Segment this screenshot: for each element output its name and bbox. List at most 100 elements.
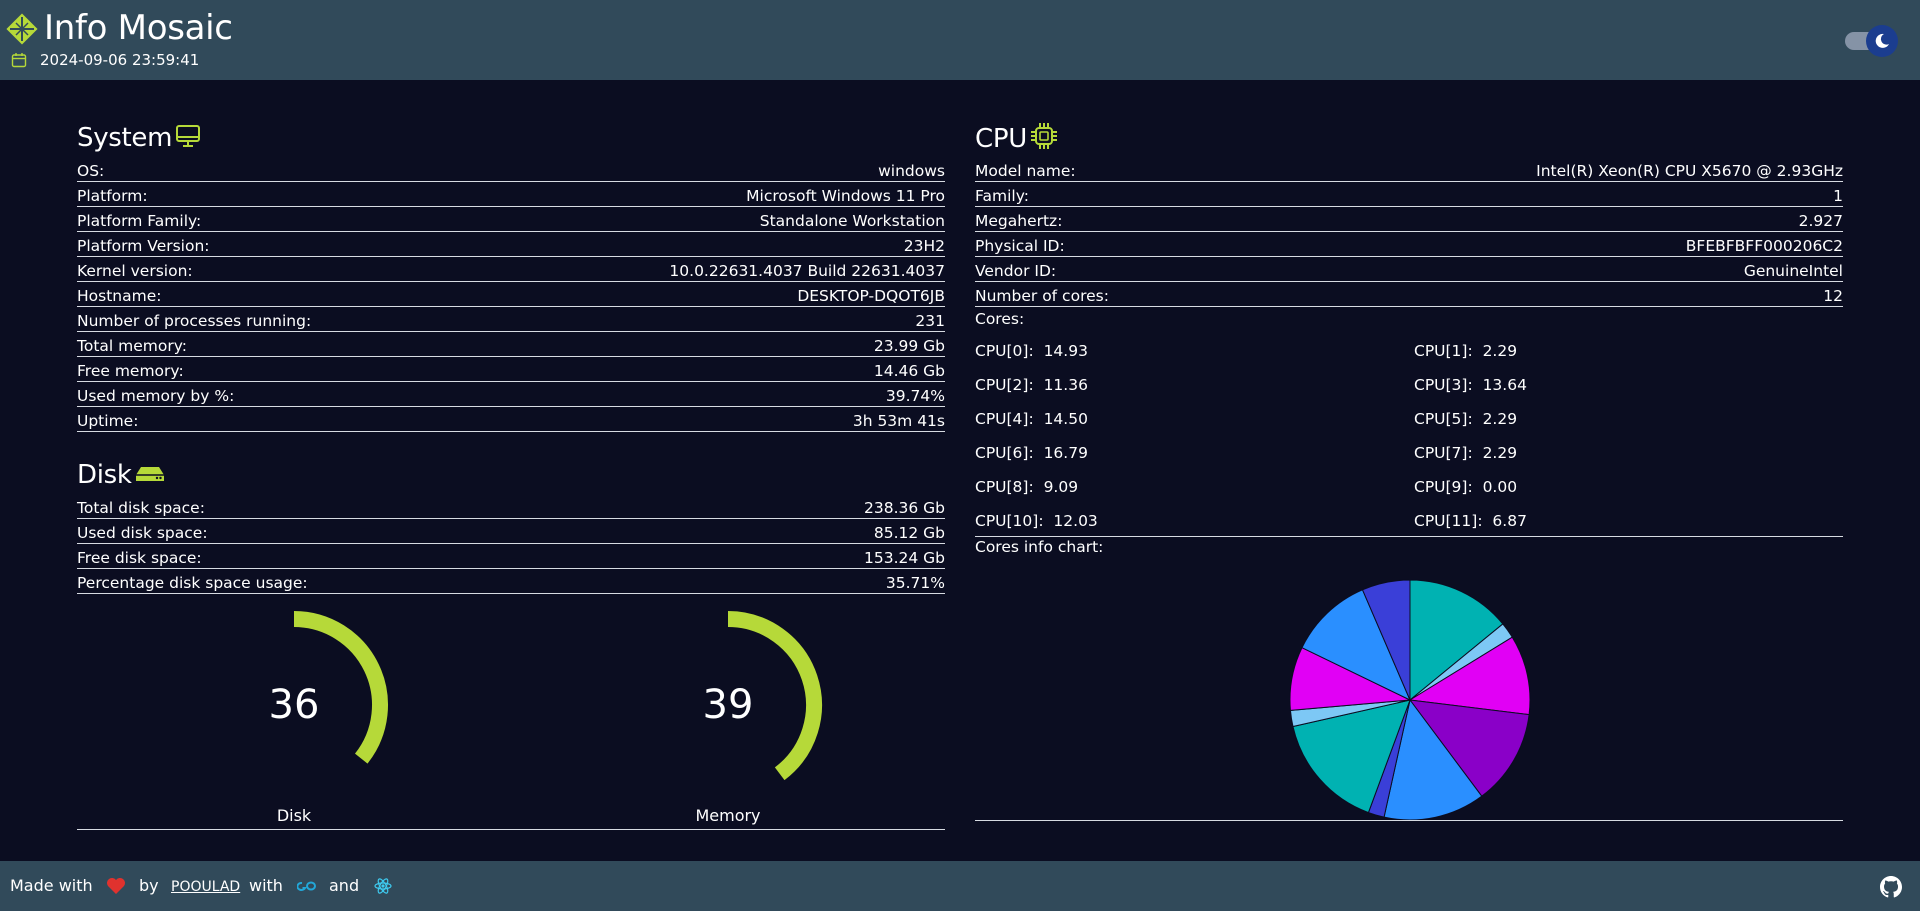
- cpu-info-row: Number of cores: 12: [975, 282, 1843, 307]
- cpu-info-label: Vendor ID:: [975, 262, 1057, 280]
- system-info-label: Platform:: [77, 187, 148, 205]
- disk-info-label: Percentage disk space usage:: [77, 574, 308, 592]
- core-name: CPU[3]:: [1414, 376, 1473, 394]
- core-name: CPU[5]:: [1414, 410, 1473, 428]
- system-info-value: windows: [878, 162, 945, 180]
- author-link[interactable]: POOULAD: [171, 877, 240, 897]
- system-title-text: System: [77, 123, 173, 153]
- cpu-info-row: Physical ID: BFEBFBFF000206C2: [975, 232, 1843, 257]
- system-info-value: 23.99 Gb: [873, 337, 945, 355]
- cpu-info-value: 12: [1823, 287, 1843, 305]
- cores-chart-label: Cores info chart:: [975, 538, 1104, 556]
- system-info-label: Number of processes running:: [77, 312, 312, 330]
- system-info-row: Platform: Microsoft Windows 11 Pro: [77, 182, 945, 207]
- system-info-value: 231: [915, 312, 945, 330]
- core-usage-item: CPU[5]: 2.29: [1414, 410, 1517, 428]
- core-value: 16.79: [1043, 444, 1088, 462]
- system-info-value: 3h 53m 41s: [852, 412, 945, 430]
- disk-info-row: Total disk space: 238.36 Gb: [77, 494, 945, 519]
- cpu-info-row: Megahertz: 2.927: [975, 207, 1843, 232]
- core-value: 2.29: [1482, 342, 1518, 360]
- system-info-row: Platform Family: Standalone Workstation: [77, 207, 945, 232]
- core-gap: [1034, 478, 1044, 496]
- cpu-chip-icon: [1030, 123, 1057, 149]
- footer-made-with: Made with: [10, 876, 93, 895]
- system-info-value: 10.0.22631.4037 Build 22631.4037: [669, 262, 945, 280]
- disk-info-row: Percentage disk space usage: 35.71%: [77, 569, 945, 594]
- system-info-label: Platform Family:: [77, 212, 202, 230]
- disk-info-value: 35.71%: [885, 574, 945, 592]
- toggle-knob: [1866, 25, 1898, 57]
- cpu-info-label: Megahertz:: [975, 212, 1063, 230]
- system-info-label: Hostname:: [77, 287, 162, 305]
- core-value: 13.64: [1482, 376, 1527, 394]
- system-info-label: Platform Version:: [77, 237, 210, 255]
- theme-toggle[interactable]: [1845, 25, 1898, 57]
- memory-gauge-value: 39: [702, 682, 754, 728]
- app-title: Info Mosaic: [44, 8, 233, 48]
- core-name: CPU[9]:: [1414, 478, 1473, 496]
- core-gap: [1034, 444, 1044, 462]
- memory-gauge: 39: [628, 605, 828, 805]
- hard-drive-icon: [135, 467, 164, 481]
- core-gap: [1473, 342, 1483, 360]
- core-name: CPU[10]:: [975, 512, 1044, 530]
- core-gap: [1044, 512, 1054, 530]
- system-info-label: Used memory by %:: [77, 387, 235, 405]
- cpu-info-label: Number of cores:: [975, 287, 1109, 305]
- core-gap: [1473, 410, 1483, 428]
- core-gap: [1034, 342, 1044, 360]
- core-name: CPU[4]:: [975, 410, 1034, 428]
- system-info-row: Uptime: 3h 53m 41s: [77, 407, 945, 432]
- system-info-label: Total memory:: [77, 337, 187, 355]
- cpu-info-label: Family:: [975, 187, 1029, 205]
- chart-divider: [975, 820, 1843, 821]
- react-icon: [374, 878, 392, 894]
- cpu-info-row: Vendor ID: GenuineIntel: [975, 257, 1843, 282]
- heart-icon: [107, 878, 125, 894]
- core-value: 14.93: [1043, 342, 1088, 360]
- disk-info-list: Total disk space: 238.36 Gb Used disk spac…: [77, 494, 945, 594]
- core-gap: [1483, 512, 1493, 530]
- github-icon[interactable]: [1880, 876, 1902, 898]
- core-usage-item: CPU[11]: 6.87: [1414, 512, 1527, 530]
- cpu-info-value: BFEBFBFF000206C2: [1685, 237, 1843, 255]
- disk-info-value: 238.36 Gb: [863, 499, 945, 517]
- system-info-value: Standalone Workstation: [759, 212, 945, 230]
- calendar-icon: [11, 53, 27, 68]
- core-gap: [1034, 376, 1044, 394]
- core-value: 12.03: [1053, 512, 1098, 530]
- core-value: 0.00: [1482, 478, 1518, 496]
- current-datetime: 2024-09-06 23:59:41: [40, 51, 200, 69]
- core-value: 14.50: [1043, 410, 1088, 428]
- app-footer: Made with by POOULAD with and: [0, 861, 1920, 911]
- cpu-info-row: Model name: Intel(R) Xeon(R) CPU X5670 @ …: [975, 157, 1843, 182]
- cpu-info-value: 1: [1833, 187, 1843, 205]
- system-info-row: Total memory: 23.99 Gb: [77, 332, 945, 357]
- disk-info-value: 85.12 Gb: [873, 524, 945, 542]
- cores-label: Cores:: [975, 310, 1025, 328]
- core-usage-item: CPU[6]: 16.79: [975, 444, 1088, 462]
- core-value: 2.29: [1482, 410, 1518, 428]
- app-header: Info Mosaic 2024-09-06 23:59:41: [0, 0, 1920, 80]
- system-info-row: Used memory by %: 39.74%: [77, 382, 945, 407]
- core-name: CPU[11]:: [1414, 512, 1483, 530]
- system-info-list: OS: windows Platform: Microsoft Windows 11 …: [77, 157, 945, 432]
- footer-by: by: [139, 876, 159, 895]
- cpu-info-row: Family: 1: [975, 182, 1843, 207]
- disk-info-value: 153.24 Gb: [863, 549, 945, 567]
- core-value: 11.36: [1043, 376, 1088, 394]
- cpu-info-value: 2.927: [1798, 212, 1843, 230]
- disk-gauge-label: Disk: [276, 806, 312, 825]
- cpu-info-label: Physical ID:: [975, 237, 1065, 255]
- system-info-row: Number of processes running: 231: [77, 307, 945, 332]
- core-name: CPU[1]:: [1414, 342, 1473, 360]
- system-info-value: Microsoft Windows 11 Pro: [746, 187, 945, 205]
- core-name: CPU[7]:: [1414, 444, 1473, 462]
- disk-info-row: Free disk space: 153.24 Gb: [77, 544, 945, 569]
- system-info-value: 39.74%: [885, 387, 945, 405]
- core-name: CPU[6]:: [975, 444, 1034, 462]
- core-value: 9.09: [1043, 478, 1079, 496]
- core-value: 2.29: [1482, 444, 1518, 462]
- cpu-section-title: CPU: [975, 122, 1058, 155]
